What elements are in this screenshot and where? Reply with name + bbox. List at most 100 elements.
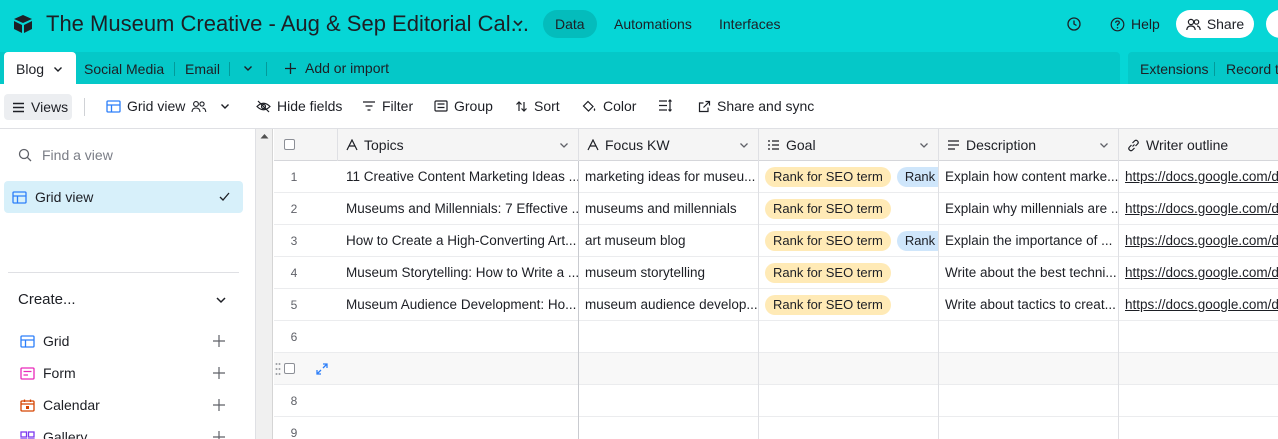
add-or-import-button[interactable]: Add or import [284,52,389,84]
expand-record-icon[interactable] [316,363,328,375]
goal-cell[interactable]: Rank for SEO termRank fo [759,225,939,257]
plus-icon[interactable] [212,334,226,348]
extensions-button[interactable]: Extensions [1140,52,1208,84]
goal-cell[interactable]: Rank for SEO term [759,257,939,289]
writer-outline-link[interactable]: https://docs.google.com/d [1119,289,1278,321]
description-cell[interactable]: Explain why millennials are ... [939,193,1119,225]
goal-cell[interactable]: Rank for SEO term [759,289,939,321]
table-row[interactable]: 8 [274,385,1278,417]
scroll-up-icon[interactable] [260,133,269,139]
table-row[interactable]: 1 11 Creative Content Marketing Ideas ..… [274,161,1278,193]
add-or-import-label: Add or import [305,60,390,76]
table-row[interactable]: 2 Museums and Millennials: 7 Effective .… [274,193,1278,225]
gallery-icon [20,430,35,439]
plus-icon[interactable] [212,398,226,412]
topic-cell[interactable]: Museums and Millennials: 7 Effective ... [340,193,578,225]
description-cell[interactable]: Explain the importance of ... [939,225,1119,257]
chevron-down-icon[interactable] [242,62,254,74]
plus-icon[interactable] [212,366,226,380]
chevron-down-icon[interactable] [918,139,930,151]
share-and-sync-label: Share and sync [717,98,815,114]
hide-fields-button[interactable]: Hide fields [256,98,342,114]
views-button[interactable]: Views [4,94,72,120]
column-header-topics[interactable]: Topics [338,129,579,161]
writer-outline-link[interactable]: https://docs.google.com/d [1119,225,1278,257]
topic-cell[interactable]: Museum Audience Development: Ho... [340,289,578,321]
find-view-input[interactable]: Find a view [42,147,113,163]
chevron-down-icon[interactable] [558,139,570,151]
table-tabs: Blog Social Media Email Add or import [0,52,1120,84]
create-section-title[interactable]: Create... [18,291,76,308]
writer-outline-link[interactable]: https://docs.google.com/d [1119,257,1278,289]
chevron-down-icon[interactable] [511,16,525,30]
focus-kw-cell[interactable]: museums and millennials [579,193,759,225]
create-item-label: Form [43,365,76,381]
table-row[interactable] [274,353,1278,385]
column-header-focus-kw[interactable]: Focus KW [579,129,759,161]
share-and-sync-button[interactable]: Share and sync [698,98,814,114]
description-cell[interactable]: Write about the best techni... [939,257,1119,289]
create-form-item[interactable]: Form [20,365,76,381]
table-row[interactable]: 6 [274,321,1278,353]
create-calendar-item[interactable]: Calendar [20,397,100,413]
color-button[interactable]: Color [582,98,636,114]
row-number: 5 [290,298,298,312]
plus-icon[interactable] [212,430,226,439]
tab-automations[interactable]: Automations [602,10,704,38]
focus-kw-cell[interactable]: museum storytelling [579,257,759,289]
sort-button[interactable]: Sort [515,98,560,114]
share-button[interactable]: Share [1176,10,1254,38]
goal-tag: Rank for SEO term [765,199,891,220]
help-button[interactable]: Help [1110,16,1160,32]
focus-kw-cell[interactable]: art museum blog [579,225,759,257]
table-row[interactable]: 5 Museum Audience Development: Ho... mus… [274,289,1278,321]
toolbar-divider [84,98,85,116]
find-view-search[interactable]: Find a view [18,147,113,163]
base-title[interactable]: The Museum Creative - Aug & Sep Editoria… [46,11,529,37]
topic-cell[interactable]: How to Create a High-Converting Art... [340,225,578,257]
description-cell[interactable]: Explain how content marke... [939,161,1119,193]
focus-kw-cell[interactable]: museum audience develop... [579,289,759,321]
hide-fields-label: Hide fields [277,98,343,114]
tab-interfaces[interactable]: Interfaces [707,10,792,38]
row-checkbox[interactable] [284,363,295,374]
chevron-down-icon[interactable] [52,63,64,75]
column-header-description[interactable]: Description [939,129,1119,161]
table-row[interactable]: 9 [274,417,1278,439]
tab-data[interactable]: Data [543,10,597,38]
goal-cell[interactable]: Rank for SEO term [759,193,939,225]
collaborators-icon [191,100,207,112]
view-switcher[interactable]: Grid view [106,98,231,114]
create-gallery-item[interactable]: Gallery [20,429,87,439]
base-logo-icon[interactable] [12,13,34,35]
select-all-checkbox[interactable] [284,139,295,150]
table-tab-blog[interactable]: Blog [4,52,76,84]
description-cell[interactable]: Write about tactics to creat... [939,289,1119,321]
table-row[interactable]: 3 How to Create a High-Converting Art...… [274,225,1278,257]
filter-button[interactable]: Filter [362,98,413,114]
table-tab-email[interactable]: Email [185,52,220,84]
goal-cell[interactable]: Rank for SEO termRank fo [759,161,939,193]
table-tab-social-media[interactable]: Social Media [84,52,164,84]
column-header-goal[interactable]: Goal [759,129,939,161]
row-height-icon[interactable] [658,99,673,112]
writer-outline-link[interactable]: https://docs.google.com/d [1119,193,1278,225]
focus-kw-cell[interactable]: marketing ideas for museu... [579,161,759,193]
column-header-writer-outline[interactable]: Writer outline [1119,129,1278,161]
sidebar-scrollbar[interactable] [256,129,273,439]
topic-cell[interactable]: 11 Creative Content Marketing Ideas ... [340,161,578,193]
notifications-button[interactable] [1266,10,1278,38]
chevron-down-icon[interactable] [1098,139,1110,151]
sidebar-item-grid-view[interactable]: Grid view [4,181,243,213]
record-templates-button[interactable]: Record te [1226,52,1278,84]
create-grid-item[interactable]: Grid [20,333,69,349]
table-row[interactable]: 4 Museum Storytelling: How to Write a ..… [274,257,1278,289]
chevron-down-icon[interactable] [214,293,228,307]
chevron-down-icon[interactable] [738,139,750,151]
search-icon [18,148,32,162]
writer-outline-link[interactable]: https://docs.google.com/d [1119,161,1278,193]
history-icon[interactable] [1066,16,1082,32]
drag-handle-icon[interactable] [275,362,281,376]
topic-cell[interactable]: Museum Storytelling: How to Write a ... [340,257,578,289]
group-button[interactable]: Group [434,98,493,114]
